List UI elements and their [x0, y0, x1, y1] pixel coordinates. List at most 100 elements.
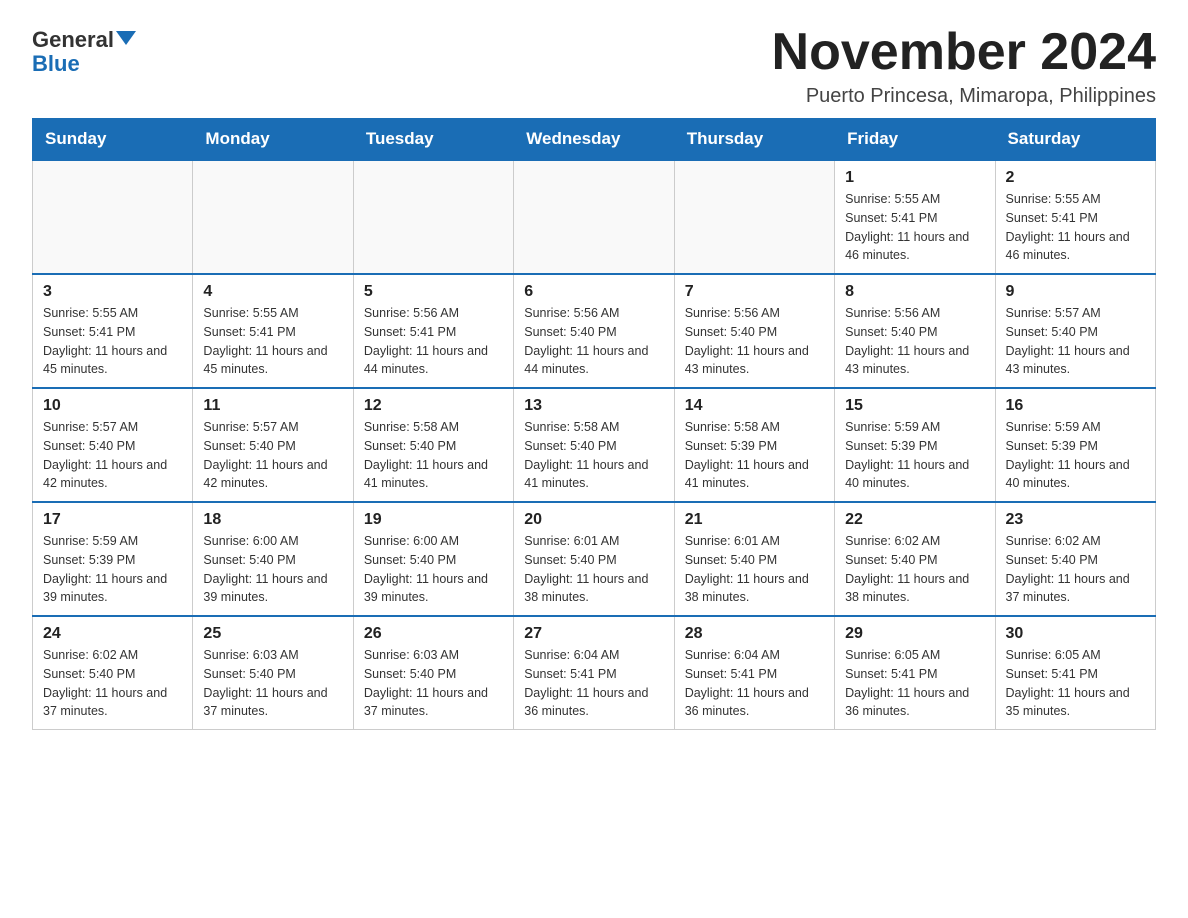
day-info: Sunrise: 5:59 AM Sunset: 5:39 PM Dayligh… [1006, 418, 1145, 493]
day-number: 6 [524, 283, 663, 301]
calendar-week-5: 24 Sunrise: 6:02 AM Sunset: 5:40 PM Dayli… [33, 616, 1156, 730]
calendar-cell: 11Sunrise: 5:57 AM Sunset: 5:40 PM Dayli… [193, 388, 353, 502]
main-title: November 2024 [772, 24, 1156, 81]
logo-general: General [32, 28, 114, 52]
day-number: 20 [524, 511, 663, 529]
day-number: 28 [685, 625, 824, 643]
calendar-week-2: 3Sunrise: 5:55 AM Sunset: 5:41 PM Daylig… [33, 274, 1156, 388]
day-info: Sunrise: 6:03 AM Sunset: 5:40 PM Dayligh… [364, 646, 503, 721]
calendar-week-3: 10 Sunrise: 5:57 AM Sunset: 5:40 PM Dayli… [33, 388, 1156, 502]
calendar-cell [193, 160, 353, 274]
day-info: Sunrise: 6:05 AM Sunset: 5:41 PM Dayligh… [1006, 646, 1145, 721]
day-info: Sunrise: 6:03 AM Sunset: 5:40 PM Dayligh… [203, 646, 342, 721]
day-number: 27 [524, 625, 663, 643]
calendar-header-saturday: Saturday [995, 119, 1155, 161]
calendar-cell: 4 Sunrise: 5:55 AM Sunset: 5:41 PM Daylig… [193, 274, 353, 388]
calendar-cell: 17 Sunrise: 5:59 AM Sunset: 5:39 PM Dayli… [33, 502, 193, 616]
day-info: Sunrise: 6:01 AM Sunset: 5:40 PM Dayligh… [685, 532, 824, 607]
calendar-header-monday: Monday [193, 119, 353, 161]
day-number: 26 [364, 625, 503, 643]
calendar-cell [353, 160, 513, 274]
calendar-cell: 20 Sunrise: 6:01 AM Sunset: 5:40 PM Dayli… [514, 502, 674, 616]
day-number: 1 [845, 169, 984, 187]
day-info: Sunrise: 5:55 AM Sunset: 5:41 PM Dayligh… [203, 304, 342, 379]
day-number: 21 [685, 511, 824, 529]
day-number: 8 [845, 283, 984, 301]
calendar-cell: 6 Sunrise: 5:56 AM Sunset: 5:40 PM Daylig… [514, 274, 674, 388]
day-info: Sunrise: 5:58 AM Sunset: 5:39 PM Dayligh… [685, 418, 824, 493]
day-number: 18 [203, 511, 342, 529]
day-info: Sunrise: 5:56 AM Sunset: 5:40 PM Dayligh… [845, 304, 984, 379]
day-info: Sunrise: 5:56 AM Sunset: 5:40 PM Dayligh… [685, 304, 824, 379]
day-info: Sunrise: 6:02 AM Sunset: 5:40 PM Dayligh… [845, 532, 984, 607]
calendar-cell: 18 Sunrise: 6:00 AM Sunset: 5:40 PM Dayli… [193, 502, 353, 616]
title-block: November 2024 Puerto Princesa, Mimaropa,… [772, 24, 1156, 108]
calendar-cell: 21 Sunrise: 6:01 AM Sunset: 5:40 PM Dayli… [674, 502, 834, 616]
calendar-cell: 8 Sunrise: 5:56 AM Sunset: 5:40 PM Daylig… [835, 274, 995, 388]
day-info: Sunrise: 6:05 AM Sunset: 5:41 PM Dayligh… [845, 646, 984, 721]
calendar-header-friday: Friday [835, 119, 995, 161]
day-number: 9 [1006, 283, 1145, 301]
day-info: Sunrise: 5:58 AM Sunset: 5:40 PM Dayligh… [364, 418, 503, 493]
calendar-cell: 22 Sunrise: 6:02 AM Sunset: 5:40 PM Dayli… [835, 502, 995, 616]
day-number: 29 [845, 625, 984, 643]
calendar-cell: 1 Sunrise: 5:55 AM Sunset: 5:41 PM Daylig… [835, 160, 995, 274]
calendar-table: SundayMondayTuesdayWednesdayThursdayFrid… [32, 118, 1156, 730]
day-number: 14 [685, 397, 824, 415]
day-number: 11 [203, 397, 342, 415]
day-info: Sunrise: 5:55 AM Sunset: 5:41 PM Dayligh… [43, 304, 182, 379]
calendar-cell: 5 Sunrise: 5:56 AM Sunset: 5:41 PM Daylig… [353, 274, 513, 388]
day-number: 2 [1006, 169, 1145, 187]
calendar-cell [514, 160, 674, 274]
calendar-week-1: 1 Sunrise: 5:55 AM Sunset: 5:41 PM Daylig… [33, 160, 1156, 274]
day-info: Sunrise: 5:57 AM Sunset: 5:40 PM Dayligh… [43, 418, 182, 493]
day-info: Sunrise: 6:02 AM Sunset: 5:40 PM Dayligh… [43, 646, 182, 721]
day-number: 19 [364, 511, 503, 529]
calendar-cell: 7Sunrise: 5:56 AM Sunset: 5:40 PM Daylig… [674, 274, 834, 388]
day-info: Sunrise: 5:57 AM Sunset: 5:40 PM Dayligh… [1006, 304, 1145, 379]
day-number: 16 [1006, 397, 1145, 415]
day-info: Sunrise: 5:55 AM Sunset: 5:41 PM Dayligh… [1006, 190, 1145, 265]
calendar-cell: 24 Sunrise: 6:02 AM Sunset: 5:40 PM Dayli… [33, 616, 193, 730]
calendar-cell [33, 160, 193, 274]
day-number: 4 [203, 283, 342, 301]
day-number: 13 [524, 397, 663, 415]
calendar-week-4: 17 Sunrise: 5:59 AM Sunset: 5:39 PM Dayli… [33, 502, 1156, 616]
logo-triangle-icon [116, 31, 136, 45]
day-number: 22 [845, 511, 984, 529]
day-info: Sunrise: 5:56 AM Sunset: 5:41 PM Dayligh… [364, 304, 503, 379]
day-number: 30 [1006, 625, 1145, 643]
calendar-header-row: SundayMondayTuesdayWednesdayThursdayFrid… [33, 119, 1156, 161]
day-info: Sunrise: 6:00 AM Sunset: 5:40 PM Dayligh… [203, 532, 342, 607]
day-number: 15 [845, 397, 984, 415]
calendar-cell: 15 Sunrise: 5:59 AM Sunset: 5:39 PM Dayli… [835, 388, 995, 502]
day-number: 24 [43, 625, 182, 643]
day-number: 5 [364, 283, 503, 301]
page-header: General Blue November 2024 Puerto Prince… [32, 24, 1156, 108]
calendar-cell: 16 Sunrise: 5:59 AM Sunset: 5:39 PM Dayli… [995, 388, 1155, 502]
calendar-cell: 28 Sunrise: 6:04 AM Sunset: 5:41 PM Dayli… [674, 616, 834, 730]
calendar-cell: 14 Sunrise: 5:58 AM Sunset: 5:39 PM Dayli… [674, 388, 834, 502]
day-info: Sunrise: 6:02 AM Sunset: 5:40 PM Dayligh… [1006, 532, 1145, 607]
day-info: Sunrise: 5:59 AM Sunset: 5:39 PM Dayligh… [43, 532, 182, 607]
day-number: 23 [1006, 511, 1145, 529]
day-number: 12 [364, 397, 503, 415]
day-info: Sunrise: 6:04 AM Sunset: 5:41 PM Dayligh… [685, 646, 824, 721]
day-number: 10 [43, 397, 182, 415]
day-info: Sunrise: 6:04 AM Sunset: 5:41 PM Dayligh… [524, 646, 663, 721]
calendar-cell: 25 Sunrise: 6:03 AM Sunset: 5:40 PM Dayli… [193, 616, 353, 730]
day-info: Sunrise: 5:59 AM Sunset: 5:39 PM Dayligh… [845, 418, 984, 493]
logo: General Blue [32, 24, 136, 76]
day-number: 25 [203, 625, 342, 643]
day-info: Sunrise: 6:01 AM Sunset: 5:40 PM Dayligh… [524, 532, 663, 607]
calendar-header-thursday: Thursday [674, 119, 834, 161]
calendar-cell: 19Sunrise: 6:00 AM Sunset: 5:40 PM Dayli… [353, 502, 513, 616]
calendar-cell: 3Sunrise: 5:55 AM Sunset: 5:41 PM Daylig… [33, 274, 193, 388]
day-info: Sunrise: 5:56 AM Sunset: 5:40 PM Dayligh… [524, 304, 663, 379]
day-info: Sunrise: 5:55 AM Sunset: 5:41 PM Dayligh… [845, 190, 984, 265]
day-number: 17 [43, 511, 182, 529]
calendar-header-tuesday: Tuesday [353, 119, 513, 161]
calendar-cell: 13 Sunrise: 5:58 AM Sunset: 5:40 PM Dayli… [514, 388, 674, 502]
calendar-header-sunday: Sunday [33, 119, 193, 161]
day-info: Sunrise: 5:58 AM Sunset: 5:40 PM Dayligh… [524, 418, 663, 493]
